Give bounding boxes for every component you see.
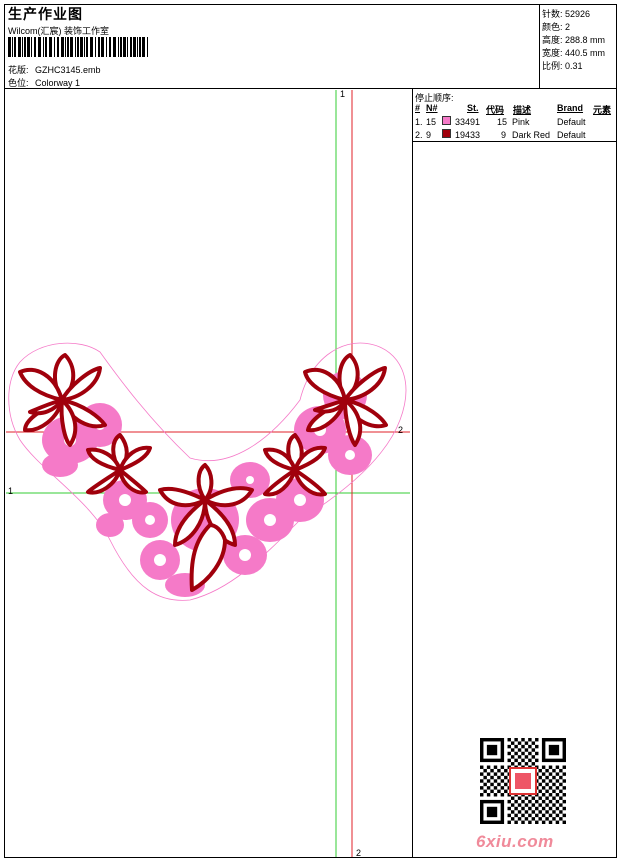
embroidery-canvas	[6, 90, 410, 857]
dark-red-flowers	[18, 353, 388, 592]
guide-label-red-h: 2	[398, 425, 404, 435]
guide-label-green-h: 1	[8, 486, 14, 496]
guide-label-red-v: 2	[356, 848, 362, 858]
guide-label-green-v: 1	[340, 89, 346, 99]
watermark-brand: 6xiu.com	[476, 832, 554, 851]
qr-code-icon	[480, 738, 566, 824]
